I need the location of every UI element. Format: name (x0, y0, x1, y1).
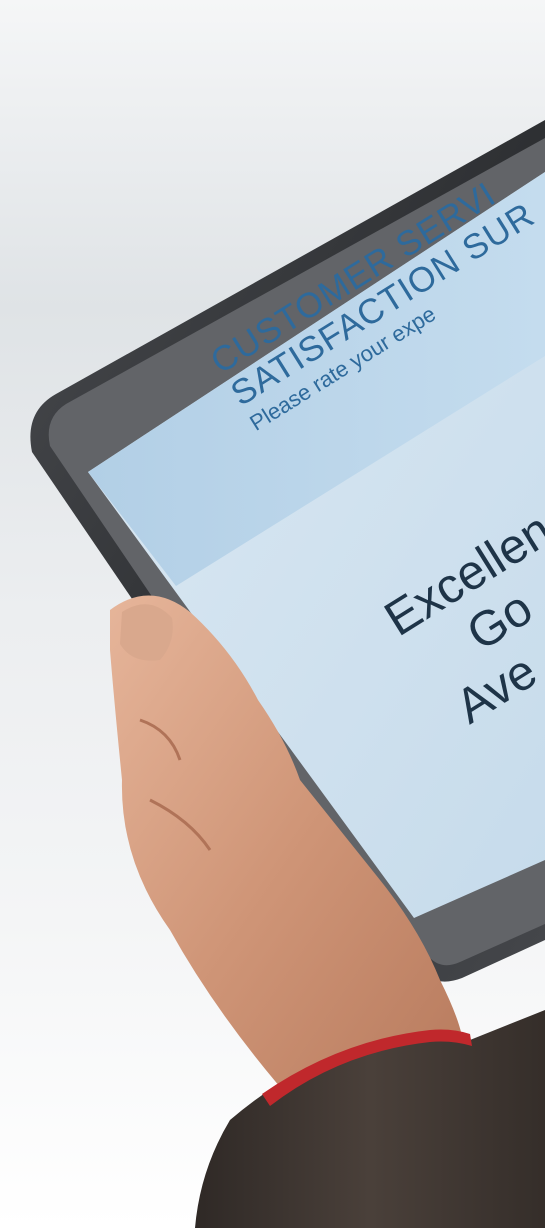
survey-header: CUSTOMER SERVI SATISFACTION SUR Please r… (204, 165, 545, 437)
photo-scene: CUSTOMER SERVI SATISFACTION SUR Please r… (0, 0, 545, 1228)
screen-content: CUSTOMER SERVI SATISFACTION SUR Please r… (0, 0, 545, 1228)
rating-options: Excellen Go Ave (375, 502, 545, 743)
